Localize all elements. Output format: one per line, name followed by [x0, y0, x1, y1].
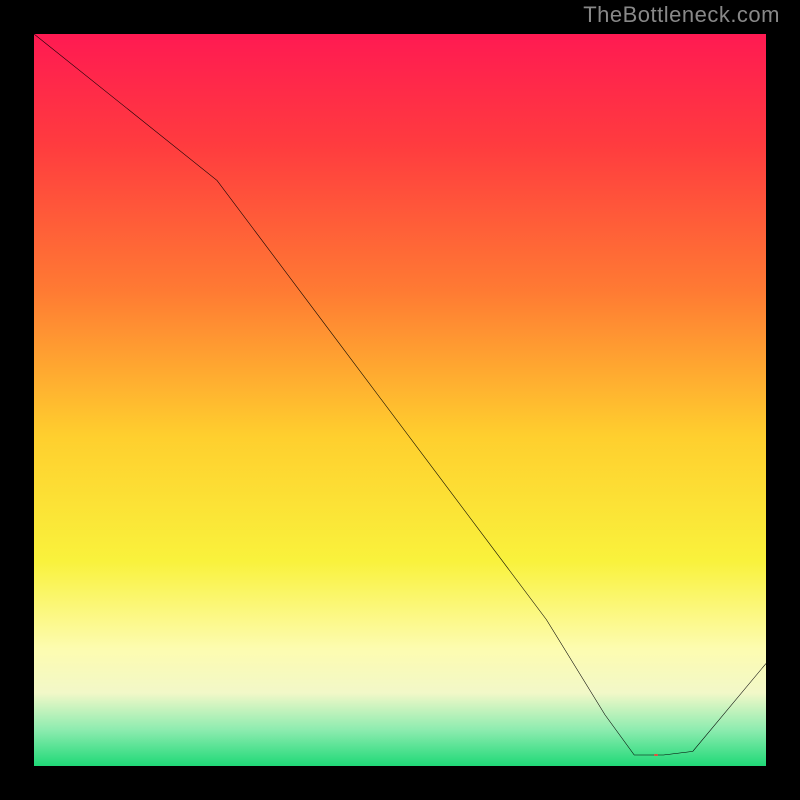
bottleneck-curve	[34, 34, 766, 766]
chart-container: TheBottleneck.com	[0, 0, 800, 800]
optimal-range-label	[654, 754, 658, 756]
attribution-text: TheBottleneck.com	[583, 2, 780, 28]
plot-area	[30, 30, 770, 770]
